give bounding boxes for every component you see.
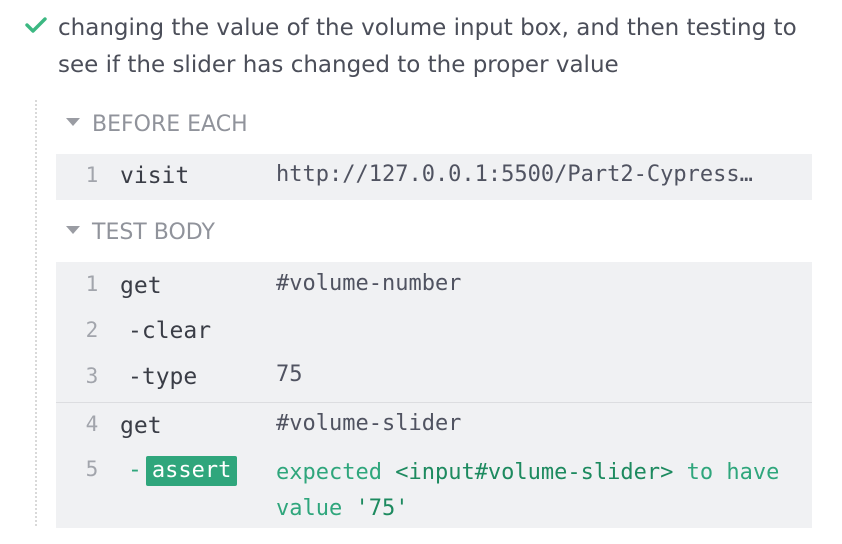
command-number: 1	[85, 272, 99, 296]
check-icon	[25, 17, 47, 33]
command-number: 5	[85, 457, 99, 481]
command-name: visit	[120, 163, 190, 189]
test-title-row[interactable]: changing the value of the volume input b…	[0, 0, 842, 90]
command-number: 1	[85, 163, 99, 187]
assert-expected-text: expected	[276, 460, 382, 485]
command-name: -clear	[128, 318, 212, 344]
hooks-gutter	[35, 100, 37, 526]
command-arg: http://127.0.0.1:5500/Part2-Cypress…	[276, 162, 753, 187]
before-each-header[interactable]: BEFORE EACH	[66, 108, 366, 142]
command-row-get[interactable]: 1 get #volume-number	[56, 262, 812, 308]
test-title: changing the value of the volume input b…	[58, 15, 797, 78]
command-number: 4	[85, 412, 99, 436]
before-each-commands: 1 visit http://127.0.0.1:5500/Part2-Cypr…	[56, 154, 812, 200]
command-row-clear[interactable]: 2 -clear	[56, 308, 812, 354]
command-row-get[interactable]: 4 get #volume-slider	[56, 403, 812, 449]
test-body-header[interactable]: TEST BODY	[66, 216, 366, 250]
test-body-commands: 1 get #volume-number 2 -clear 3 -type 75…	[56, 262, 812, 528]
command-arg: 75	[276, 362, 303, 387]
command-number: 2	[85, 318, 99, 342]
command-dash: -	[128, 457, 142, 483]
assert-expected-value: '75'	[355, 496, 409, 521]
command-arg: #volume-number	[276, 271, 462, 296]
assert-message: expected <input#volume-slider> to have v…	[276, 455, 796, 527]
collapse-triangle-icon	[66, 226, 80, 234]
before-each-label: BEFORE EACH	[92, 112, 248, 137]
collapse-triangle-icon	[66, 118, 80, 126]
command-name: -type	[128, 364, 198, 390]
assert-subject: <input#volume-slider>	[395, 460, 674, 485]
assert-command: - assert	[128, 455, 238, 487]
test-body-label: TEST BODY	[92, 220, 215, 245]
command-name: get	[120, 413, 162, 439]
command-row-assert[interactable]: 5 - assert expected <input#volume-slider>…	[56, 449, 812, 528]
command-name: get	[120, 273, 162, 299]
assert-badge: assert	[145, 456, 238, 486]
command-number: 3	[85, 364, 99, 388]
command-row-type[interactable]: 3 -type 75	[56, 354, 812, 400]
command-arg: #volume-slider	[276, 411, 462, 436]
command-row-visit[interactable]: 1 visit http://127.0.0.1:5500/Part2-Cypr…	[56, 154, 812, 200]
